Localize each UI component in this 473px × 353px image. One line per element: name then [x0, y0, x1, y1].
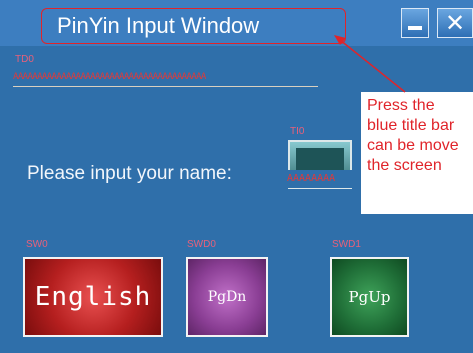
page-up-button-label: PgUp	[348, 288, 391, 306]
title-bar[interactable]: PinYin Input Window ✕	[0, 0, 473, 46]
text-display: AAAAAAAAAAAAAAAAAAAAAAAAAAAAAAAAAAAAAAAA	[13, 72, 318, 87]
annotation-line: can be move	[367, 137, 459, 154]
name-prompt: Please input your name:	[27, 163, 232, 184]
page-down-button[interactable]: PgDn	[186, 257, 268, 337]
close-icon: ✕	[444, 9, 466, 37]
minimize-icon	[408, 26, 422, 30]
close-button[interactable]: ✕	[437, 8, 473, 38]
ti0-label: TI0	[290, 126, 305, 137]
page-down-button-label: PgDn	[207, 289, 247, 305]
minimize-button[interactable]	[401, 8, 429, 38]
annotation-callout: Press the blue title bar can be move the…	[361, 92, 473, 214]
annotation-line: blue title bar	[367, 117, 455, 134]
name-input[interactable]: AAAAAAAA	[287, 170, 357, 188]
swd1-label: SWD1	[332, 239, 361, 250]
sw0-label: SW0	[26, 239, 48, 250]
page-up-button[interactable]: PgUp	[330, 257, 409, 337]
title-highlight-outline	[41, 8, 346, 44]
annotation-line: Press the	[367, 97, 435, 114]
english-button[interactable]: English	[23, 257, 163, 337]
swd0-label: SWD0	[187, 239, 216, 250]
english-button-label: English	[34, 282, 152, 312]
annotation-line: the screen	[367, 157, 442, 174]
td0-label: TD0	[15, 54, 34, 65]
